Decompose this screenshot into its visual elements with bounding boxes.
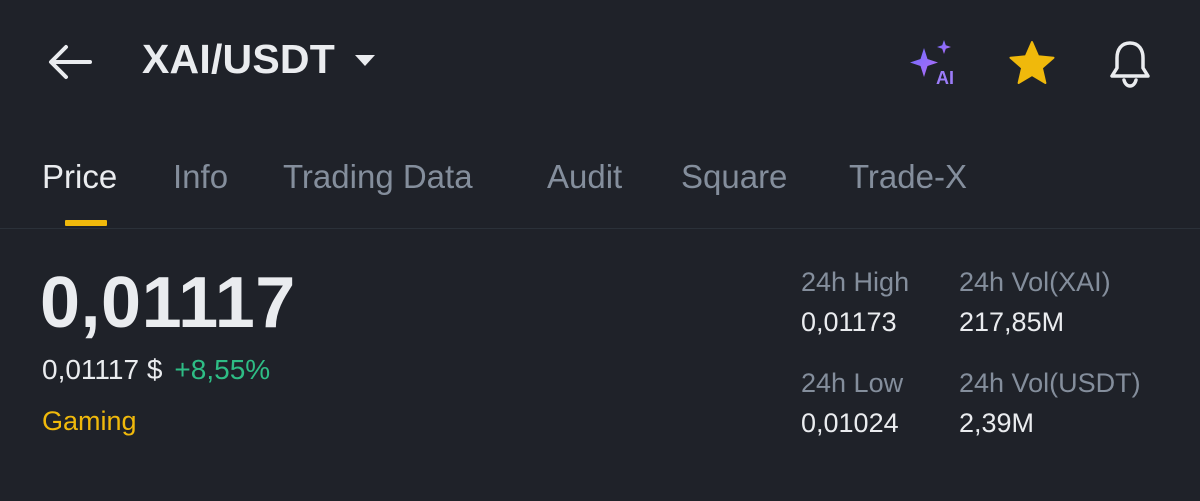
ai-sparkle-icon: AI xyxy=(910,40,954,88)
top-bar: XAI/USDT AI xyxy=(0,0,1200,125)
low-label: 24h Low xyxy=(801,368,904,398)
tab-trading-data[interactable]: Trading Data xyxy=(283,158,473,196)
star-icon xyxy=(1009,41,1055,84)
ai-badge: AI xyxy=(936,68,954,88)
tab-divider xyxy=(0,228,1200,229)
coin-detail-screen: XAI/USDT AI Price Info Trading Data Audi… xyxy=(0,0,1200,501)
high-value: 0,01173 xyxy=(801,307,897,337)
arrow-left-icon xyxy=(49,45,92,79)
high-label: 24h High xyxy=(801,267,910,297)
tab-square[interactable]: Square xyxy=(681,158,787,196)
tab-trade-x[interactable]: Trade-X xyxy=(849,158,967,196)
vol-base-label: 24h Vol(XAI) xyxy=(959,267,1111,297)
favorite-button[interactable] xyxy=(1006,38,1058,90)
tab-bar: Price Info Trading Data Audit Square Tra… xyxy=(0,140,1200,228)
bell-icon xyxy=(1110,41,1150,88)
last-price: 0,01117 xyxy=(40,263,296,343)
pair-title: XAI/USDT xyxy=(142,36,335,82)
caret-down-icon xyxy=(354,54,375,66)
back-button[interactable] xyxy=(44,40,96,84)
tab-price[interactable]: Price xyxy=(42,158,117,196)
price-subrow: 0,01117 $ +8,55% xyxy=(42,354,270,386)
active-tab-indicator xyxy=(65,220,107,226)
pair-selector[interactable]: XAI/USDT xyxy=(142,36,377,83)
low-value: 0,01024 xyxy=(801,408,899,438)
price-alert-button[interactable] xyxy=(1104,38,1156,90)
vol-quote-label: 24h Vol(USDT) xyxy=(959,368,1141,398)
price-change-percent: +8,55% xyxy=(174,354,271,385)
tab-info[interactable]: Info xyxy=(173,158,228,196)
vol-quote-value: 2,39M xyxy=(959,408,1035,438)
ai-assistant-button[interactable]: AI xyxy=(906,38,958,90)
fiat-price: 0,01117 $ xyxy=(42,354,163,385)
vol-base-value: 217,85M xyxy=(959,307,1065,337)
category-tag[interactable]: Gaming xyxy=(42,406,137,437)
tab-audit[interactable]: Audit xyxy=(547,158,622,196)
